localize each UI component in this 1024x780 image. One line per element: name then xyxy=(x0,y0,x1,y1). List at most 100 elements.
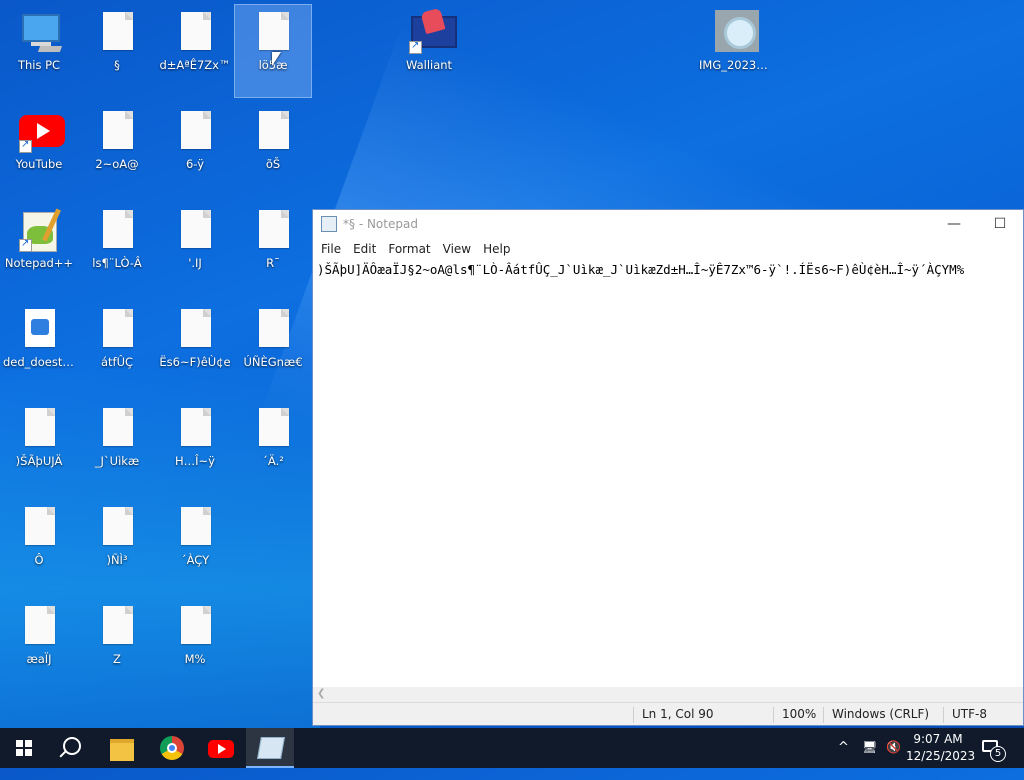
desktop-icon-5[interactable]: IMG_20231... xyxy=(697,5,773,97)
desktop-icon-14[interactable]: ded_doest_... xyxy=(1,302,77,394)
network-icon[interactable]: 🖥 xyxy=(862,740,880,780)
desktop-icon-24[interactable]: ´ÀÇY xyxy=(157,500,233,592)
volume-muted-icon[interactable]: 🔇 xyxy=(886,740,904,780)
taskbar-file-explorer[interactable] xyxy=(98,728,146,768)
notepad-menu-bar: File Edit Format View Help xyxy=(313,238,1023,260)
desktop-icon-19[interactable]: _J`Uìkæ xyxy=(79,401,155,493)
desktop-icon-16[interactable]: Ës6~F)êÙ¢e xyxy=(157,302,233,394)
file-icon xyxy=(253,307,293,351)
menu-edit[interactable]: Edit xyxy=(347,242,382,256)
desktop-icon-label: 6-ÿ xyxy=(185,157,205,171)
desktop-icon-25[interactable]: æaÏJ xyxy=(1,599,77,691)
desktop-icon-9[interactable]: õŠ xyxy=(235,104,311,196)
desktop-icon-label: Ô xyxy=(34,553,44,567)
taskbar-notepad[interactable] xyxy=(246,728,294,768)
tray-overflow-icon[interactable]: ^ xyxy=(838,740,856,780)
desktop-icon-label: Ës6~F)êÙ¢e xyxy=(159,355,231,369)
desktop-icon-label: átfÛÇ xyxy=(100,355,134,369)
file-icon xyxy=(175,604,215,648)
walliant-icon xyxy=(409,7,457,54)
menu-help[interactable]: Help xyxy=(477,242,516,256)
photo-thumbnail-icon xyxy=(715,10,759,54)
taskbar-chrome[interactable] xyxy=(148,728,196,768)
search-button[interactable] xyxy=(48,728,96,768)
notepad-title-bar[interactable]: *§ - Notepad — ☐ xyxy=(313,210,1023,238)
youtube-icon xyxy=(208,740,234,758)
file-icon xyxy=(97,307,137,351)
desktop-icon-15[interactable]: átfÛÇ xyxy=(79,302,155,394)
file-icon xyxy=(175,10,215,54)
desktop-icon-label: H…Î~ÿ xyxy=(175,454,215,468)
scroll-left-icon[interactable]: ❮ xyxy=(317,688,325,699)
notepad-status-bar: Ln 1, Col 90 100% Windows (CRLF) UTF-8 xyxy=(313,702,1023,725)
desktop-icon-label: This PC xyxy=(17,58,61,72)
desktop-icon-6[interactable]: YouTube xyxy=(1,104,77,196)
desktop-icon-label: )ŠÃþUJÄ xyxy=(15,454,63,468)
desktop-icon-label: Walliant xyxy=(405,58,453,72)
desktop-icon-17[interactable]: ÚÑÈGnæ€ xyxy=(235,302,311,394)
file-icon xyxy=(97,406,137,450)
start-button[interactable] xyxy=(0,728,48,768)
youtube-icon xyxy=(19,109,65,153)
desktop-icon-23[interactable]: )ÑÌ³ xyxy=(79,500,155,592)
desktop-icon-12[interactable]: '.IJ xyxy=(157,203,233,295)
desktop-icon-label: Notepad++ xyxy=(4,256,74,270)
file-icon xyxy=(19,505,59,549)
menu-view[interactable]: View xyxy=(437,242,477,256)
desktop-icon-label: æaÏJ xyxy=(26,652,52,666)
desktop-icon-label: d±AªÊ7Zx™ xyxy=(159,58,231,72)
desktop-icon-label: ÚÑÈGnæ€ xyxy=(243,355,303,369)
desktop-icon-label: ded_doest_... xyxy=(3,355,77,369)
taskbar-youtube[interactable] xyxy=(197,728,245,768)
desktop-icon-label: M% xyxy=(184,652,206,666)
desktop-icon-13[interactable]: R¯ xyxy=(235,203,311,295)
menu-format[interactable]: Format xyxy=(382,242,436,256)
desktop-icon-label: IMG_20231... xyxy=(699,58,773,72)
desktop-icon-label: Z xyxy=(113,652,121,666)
desktop-icon-label: '.IJ xyxy=(188,256,202,270)
desktop-icon-27[interactable]: M% xyxy=(157,599,233,691)
maximize-icon[interactable]: ☐ xyxy=(977,216,1023,232)
taskbar: ^ 🖥 🔇 9:07 AM 12/25/2023 5 xyxy=(0,728,1024,768)
file-icon xyxy=(253,109,293,153)
file-icon xyxy=(253,10,293,54)
file-icon xyxy=(175,406,215,450)
desktop-icon-0[interactable]: This PC xyxy=(1,5,77,97)
notepad-text-area[interactable]: )ŠÃþU]ÄÔæaÏJ§2~oA@ls¶¨LÒ-ÂátfÛÇ_J`Uìkæ_J… xyxy=(313,260,1023,687)
file-icon xyxy=(175,208,215,252)
desktop-icon-2[interactable]: d±AªÊ7Zx™ xyxy=(157,5,233,97)
mouse-cursor xyxy=(272,52,281,66)
desktop-icon-label: § xyxy=(114,58,120,72)
desktop-icon-22[interactable]: Ô xyxy=(1,500,77,592)
desktop-icon-label: )ÑÌ³ xyxy=(106,553,128,567)
notepad-window: *§ - Notepad — ☐ File Edit Format View H… xyxy=(312,209,1024,726)
notification-count: 5 xyxy=(990,746,1006,762)
desktop-icon-11[interactable]: ls¶¨LÒ-Â xyxy=(79,203,155,295)
desktop-icon-1[interactable]: § xyxy=(79,5,155,97)
notification-center-button[interactable]: 5 xyxy=(980,736,1006,762)
notepad-title: *§ - Notepad xyxy=(343,217,418,231)
desktop-icon-label: õŠ xyxy=(265,157,281,171)
file-icon xyxy=(97,604,137,648)
desktop-icon-4[interactable]: Walliant xyxy=(391,5,467,97)
status-line-ending: Windows (CRLF) xyxy=(823,707,942,723)
menu-file[interactable]: File xyxy=(315,242,347,256)
shortcut-arrow-icon xyxy=(409,39,422,54)
desktop-icon-7[interactable]: 2~oA@ xyxy=(79,104,155,196)
desktop-icon-26[interactable]: Z xyxy=(79,599,155,691)
minimize-icon[interactable]: — xyxy=(931,216,977,232)
status-encoding: UTF-8 xyxy=(943,707,1012,723)
desktop-icon-label: 2~oA@ xyxy=(95,157,139,171)
desktop-icon-20[interactable]: H…Î~ÿ xyxy=(157,401,233,493)
horizontal-scrollbar[interactable]: ❮ xyxy=(313,687,1023,703)
desktop-icon-21[interactable]: ´Ä.² xyxy=(235,401,311,493)
desktop-icon-label: _J`Uìkæ xyxy=(94,454,140,468)
desktop-icon-18[interactable]: )ŠÃþUJÄ xyxy=(1,401,77,493)
status-position: Ln 1, Col 90 xyxy=(633,707,767,723)
desktop-icon-3[interactable]: lö5­æ xyxy=(234,4,312,98)
desktop-icon-8[interactable]: 6-ÿ xyxy=(157,104,233,196)
desktop-icon-label: ls¶¨LÒ-Â xyxy=(92,256,142,270)
desktop-icon-10[interactable]: Notepad++ xyxy=(1,203,77,295)
clock[interactable]: 9:07 AM 12/25/2023 xyxy=(906,731,975,765)
this-pc-icon xyxy=(19,10,63,54)
